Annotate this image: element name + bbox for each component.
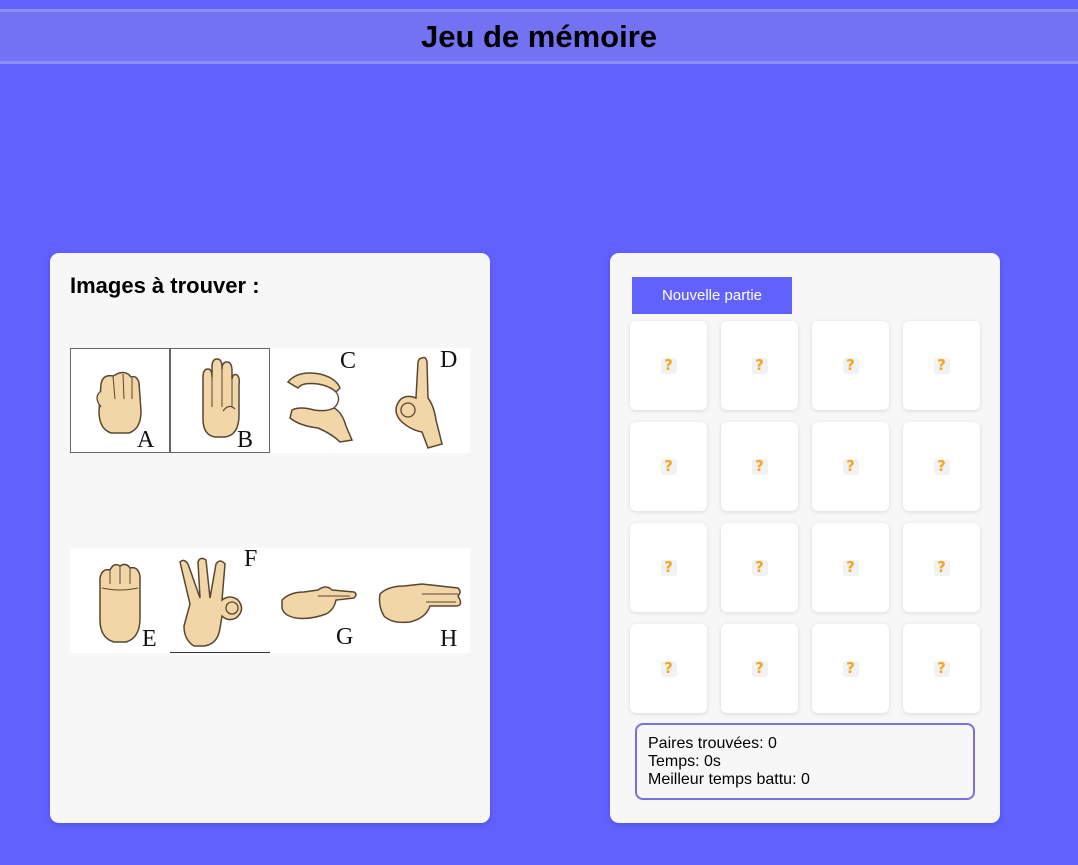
question-mark-icon: ? — [842, 660, 859, 677]
hand-sign-g-icon — [281, 586, 357, 620]
signs-panel: Images à trouver : A B C D E F G H — [50, 253, 490, 823]
sign-card-h: H — [370, 548, 470, 653]
sign-card-d: D — [370, 347, 470, 453]
question-mark-icon: ? — [660, 660, 677, 677]
sign-letter-c: C — [340, 348, 357, 374]
question-mark-icon: ? — [933, 357, 950, 374]
memory-card[interactable]: ? — [903, 523, 980, 612]
memory-card[interactable]: ? — [721, 321, 798, 410]
page-title: Jeu de mémoire — [420, 18, 658, 54]
new-game-button[interactable]: Nouvelle partie — [632, 277, 792, 314]
sign-letter-h: H — [440, 626, 458, 652]
card-grid: ? ? ? ? ? ? ? ? ? ? ? ? ? ? ? ? — [630, 321, 980, 713]
hand-sign-b-icon — [202, 358, 240, 438]
header-bar: Jeu de mémoire — [0, 9, 1078, 64]
signs-grid: A B C D E F G H — [70, 347, 470, 653]
memory-card[interactable]: ? — [630, 321, 707, 410]
memory-card[interactable]: ? — [630, 624, 707, 713]
question-mark-icon: ? — [751, 559, 768, 576]
sign-card-a: A — [70, 348, 170, 453]
question-mark-icon: ? — [933, 660, 950, 677]
sign-letter-f: F — [244, 546, 258, 572]
memory-card[interactable]: ? — [812, 523, 889, 612]
question-mark-icon: ? — [842, 559, 859, 576]
memory-card[interactable]: ? — [903, 321, 980, 410]
question-mark-icon: ? — [660, 458, 677, 475]
question-mark-icon: ? — [933, 458, 950, 475]
memory-card[interactable]: ? — [812, 321, 889, 410]
sign-card-b: B — [170, 348, 270, 453]
memory-card[interactable]: ? — [630, 523, 707, 612]
memory-card[interactable]: ? — [721, 624, 798, 713]
memory-card[interactable]: ? — [812, 624, 889, 713]
pairs-found-text: Paires trouvées: 0 — [648, 735, 777, 752]
sign-letter-d: D — [440, 347, 458, 373]
sign-card-g: G — [270, 548, 370, 653]
signs-panel-title: Images à trouver : — [70, 273, 260, 298]
sign-card-f: F — [170, 546, 270, 653]
sign-letter-g: G — [336, 624, 354, 650]
sign-letter-b: B — [237, 427, 254, 453]
memory-card[interactable]: ? — [903, 422, 980, 511]
game-panel: Nouvelle partie ? ? ? ? ? ? ? ? ? ? ? ? … — [610, 253, 1000, 823]
time-text: Temps: 0s — [648, 753, 721, 770]
sign-letter-e: E — [142, 626, 157, 652]
question-mark-icon: ? — [842, 357, 859, 374]
question-mark-icon: ? — [660, 357, 677, 374]
question-mark-icon: ? — [751, 660, 768, 677]
question-mark-icon: ? — [751, 357, 768, 374]
sign-card-e: E — [70, 548, 170, 653]
question-mark-icon: ? — [842, 458, 859, 475]
best-time-text: Meilleur temps battu: 0 — [648, 771, 810, 788]
question-mark-icon: ? — [751, 458, 768, 475]
question-mark-icon: ? — [933, 559, 950, 576]
sign-letter-a: A — [137, 427, 155, 453]
memory-card[interactable]: ? — [630, 422, 707, 511]
question-mark-icon: ? — [660, 559, 677, 576]
stats-box: Paires trouvées: 0 Temps: 0s Meilleur te… — [635, 723, 975, 800]
memory-card[interactable]: ? — [903, 624, 980, 713]
sign-card-c: C — [270, 348, 370, 453]
memory-card[interactable]: ? — [812, 422, 889, 511]
memory-card[interactable]: ? — [721, 523, 798, 612]
memory-card[interactable]: ? — [721, 422, 798, 511]
